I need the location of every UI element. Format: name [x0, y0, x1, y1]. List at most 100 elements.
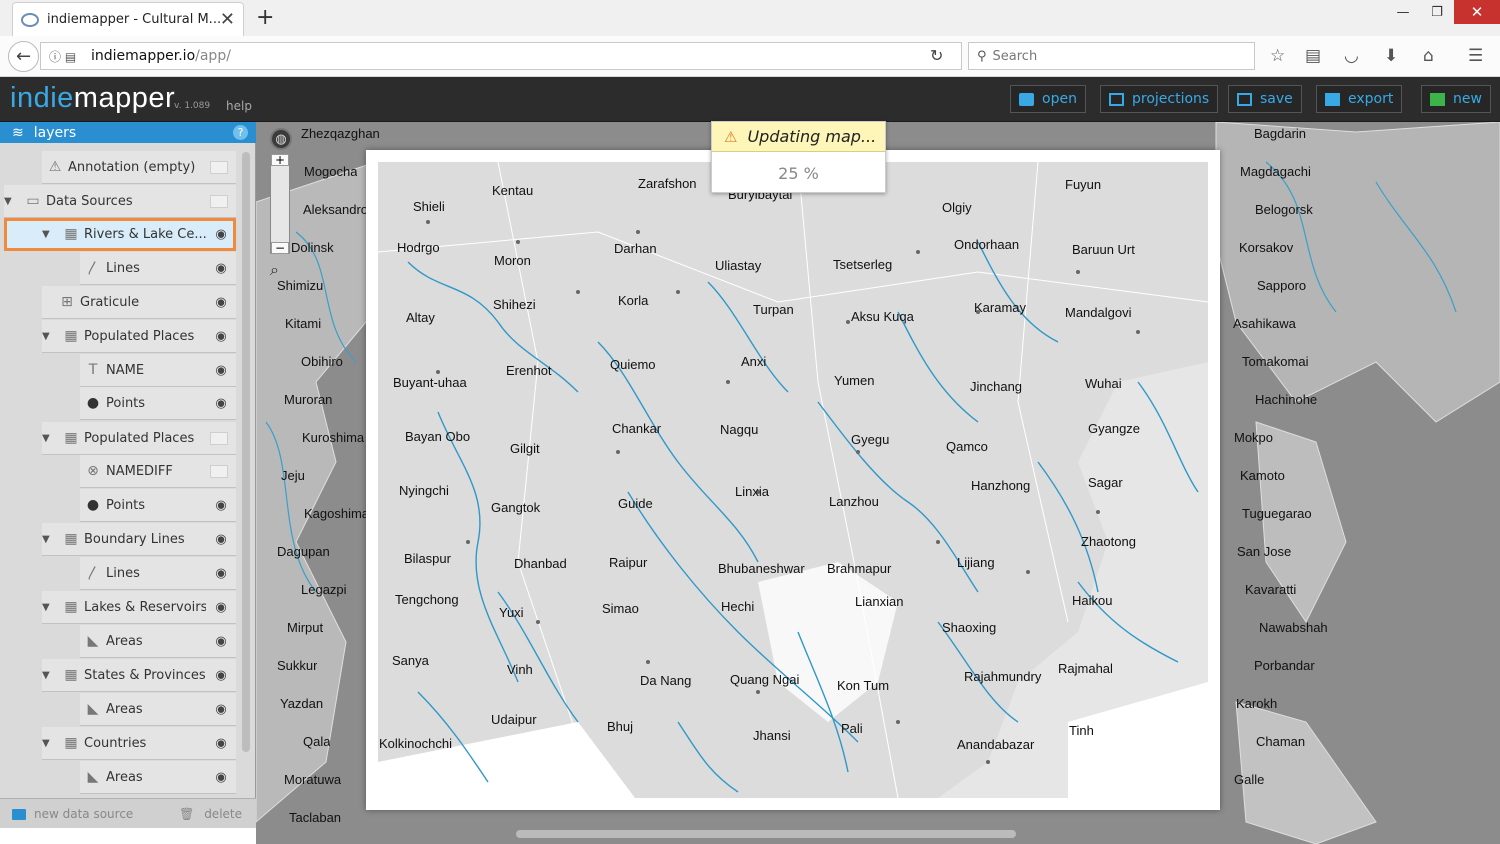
eye-icon[interactable]: ◉ — [206, 363, 236, 378]
reading-list-icon[interactable]: ▤ — [1305, 46, 1321, 66]
site-info-icon[interactable]: ⓘ ▤ — [49, 48, 91, 65]
help-icon[interactable]: ? — [233, 125, 248, 140]
layer-row-annotation[interactable]: ⚠ Annotation (empty) — [42, 151, 236, 184]
layer-row-countries[interactable]: ▼ ▦ Countries ◉ — [42, 727, 236, 760]
map-content[interactable]: ShieliKentauZarafshonBurylbaytalUzharOlg… — [378, 162, 1208, 798]
open-button[interactable]: open — [1010, 85, 1086, 113]
layer-row-rivers-lines[interactable]: 〳 Lines ◉ — [80, 252, 236, 285]
collapse-arrow-icon[interactable]: ▼ — [42, 331, 58, 342]
layer-row-rivers[interactable]: ▼ ▦ Rivers & Lake Ce... ◉ — [4, 218, 236, 251]
eye-icon[interactable]: ◉ — [206, 329, 236, 344]
eye-icon[interactable]: ◉ — [206, 702, 236, 717]
window-controls: — ❐ ✕ — [1386, 0, 1500, 24]
layer-group-icon: ▦ — [64, 430, 78, 446]
tab-title: indiemapper - Cultural M... — [47, 12, 220, 27]
collapse-arrow-icon[interactable]: ▼ — [42, 602, 58, 613]
pocket-icon[interactable]: ◡ — [1344, 46, 1359, 66]
place-label: Moratuwa — [284, 772, 342, 787]
new-tab-icon[interactable]: + — [256, 5, 274, 30]
layer-row-lakes-areas[interactable]: ◣ Areas ◉ — [80, 625, 236, 658]
url-host: indiemapper.io — [91, 48, 196, 64]
collapse-arrow-icon[interactable]: ▼ — [42, 670, 58, 681]
window-close-icon[interactable]: ✕ — [1454, 0, 1500, 24]
help-link[interactable]: help — [226, 99, 252, 113]
layer-row-name[interactable]: T NAME ◉ — [80, 354, 236, 387]
place-label: Buyant-uhaa — [393, 375, 467, 390]
zoom-slider[interactable]: + − — [270, 154, 290, 254]
save-button[interactable]: save — [1228, 85, 1302, 113]
warning-icon: ⚠ — [724, 127, 738, 146]
layer-row-boundary-lines-lines[interactable]: 〳 Lines ◉ — [80, 557, 236, 590]
place-label: Tengchong — [395, 592, 459, 607]
back-button[interactable]: ← — [8, 41, 39, 72]
delete-button[interactable]: 🗑 delete — [179, 807, 242, 821]
eye-icon[interactable]: ◉ — [206, 770, 236, 785]
eye-icon[interactable]: ◉ — [206, 295, 236, 310]
eye-icon[interactable]: ◉ — [206, 261, 236, 276]
collapse-arrow-icon[interactable]: ▼ — [42, 433, 58, 444]
layer-row-populated-places[interactable]: ▼ ▦ Populated Places ◉ — [42, 320, 236, 353]
bookmark-star-icon[interactable]: ☆ — [1270, 46, 1285, 66]
eye-icon[interactable]: ◉ — [206, 498, 236, 513]
place-label: Altay — [406, 310, 435, 325]
eye-icon[interactable]: ◉ — [206, 668, 236, 683]
layer-row-data-sources[interactable]: ▼ ▭ Data Sources — [4, 185, 236, 218]
zoom-in-button[interactable]: + — [271, 154, 289, 166]
minimize-icon[interactable]: — — [1386, 0, 1420, 24]
eye-icon[interactable]: ◉ — [206, 736, 236, 751]
layers-scrollbar[interactable] — [242, 152, 250, 752]
place-label: Vinh — [507, 662, 533, 677]
layer-row-points[interactable]: ● Points ◉ — [80, 387, 236, 420]
point-icon: ● — [86, 497, 100, 513]
place-label: Shieli — [413, 199, 445, 214]
browser-search-input[interactable]: ⚲ Search — [968, 42, 1255, 70]
collapse-arrow-icon[interactable]: ▼ — [42, 229, 58, 240]
eye-icon[interactable]: ◉ — [206, 600, 236, 615]
home-icon[interactable]: ⌂ — [1423, 46, 1434, 66]
layer-row-populated-places-2[interactable]: ▼ ▦ Populated Places — [42, 422, 236, 455]
close-tab-icon[interactable]: ✕ — [220, 9, 235, 30]
zoom-out-button[interactable]: − — [271, 242, 289, 254]
layer-row-states-areas[interactable]: ◣ Areas ◉ — [80, 693, 236, 726]
new-button[interactable]: new — [1421, 85, 1491, 113]
menu-icon[interactable]: ☰ — [1468, 46, 1483, 66]
eye-icon[interactable]: ◉ — [206, 566, 236, 581]
restore-icon[interactable]: ❐ — [1420, 0, 1454, 24]
projections-button[interactable]: projections — [1100, 85, 1219, 113]
area-icon: ◣ — [87, 633, 99, 649]
visibility-toggle[interactable] — [210, 160, 228, 174]
layer-row-graticule[interactable]: ⊞ Graticule ◉ — [42, 286, 236, 319]
eye-icon[interactable]: ◉ — [206, 227, 236, 242]
reload-icon[interactable]: ↻ — [930, 46, 943, 65]
export-button[interactable]: export — [1316, 85, 1403, 113]
place-label: Zhezqazghan — [301, 126, 380, 141]
layer-row-states-provinces[interactable]: ▼ ▦ States & Provinces ◉ — [42, 659, 236, 692]
visibility-toggle[interactable] — [210, 431, 228, 445]
grid-icon — [1109, 92, 1124, 106]
map-horizontal-scrollbar[interactable] — [516, 830, 1016, 838]
eye-icon[interactable]: ◉ — [206, 532, 236, 547]
layer-row-namediff[interactable]: ⊗ NAMEDIFF — [80, 455, 236, 488]
collapse-arrow-icon[interactable]: ▼ — [4, 196, 20, 207]
layer-row-countries-areas[interactable]: ◣ Areas ◉ — [80, 761, 236, 794]
place-label: Taclaban — [289, 810, 342, 825]
browser-tab[interactable]: indiemapper - Cultural M... ✕ — [12, 2, 244, 36]
globe-icon[interactable]: ◍ — [270, 128, 292, 150]
layer-row-lakes-reservoirs[interactable]: ▼ ▦ Lakes & Reservoirs ◉ — [42, 591, 236, 624]
place-label: Mandalgovi — [1065, 305, 1132, 320]
map-canvas[interactable]: Zhezqazghan Bagdarin Mogocha Magdagachi Alek… — [256, 122, 1500, 844]
eye-icon[interactable]: ◉ — [206, 396, 236, 411]
url-bar[interactable]: ⓘ ▤ indiemapper.io /app/ — [40, 42, 962, 70]
collapse-arrow-icon[interactable]: ▼ — [42, 738, 58, 749]
visibility-toggle[interactable] — [210, 194, 228, 208]
collapse-arrow-icon[interactable]: ▼ — [42, 534, 58, 545]
new-data-source-button[interactable]: new data source — [12, 807, 133, 821]
layer-row-points-2[interactable]: ● Points ◉ — [80, 489, 236, 522]
download-icon[interactable]: ⬇ — [1384, 46, 1398, 66]
place-label: Anxi — [741, 354, 767, 369]
search-icon: ⚲ — [977, 48, 987, 64]
magnifier-icon[interactable]: ⌕ — [270, 260, 296, 280]
layer-row-boundary-lines[interactable]: ▼ ▦ Boundary Lines ◉ — [42, 523, 236, 556]
visibility-toggle[interactable] — [210, 464, 228, 478]
eye-icon[interactable]: ◉ — [206, 634, 236, 649]
